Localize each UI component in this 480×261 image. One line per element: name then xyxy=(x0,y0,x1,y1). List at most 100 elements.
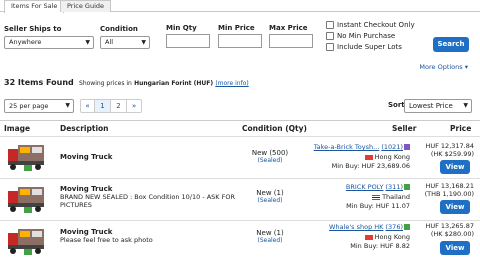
super-lots-label: Include Super Lots xyxy=(337,43,402,51)
min-price-label: Min Price xyxy=(218,24,255,32)
feedback-count[interactable]: (1021) xyxy=(381,143,403,151)
ships-to-select[interactable]: Anywhere ▼ xyxy=(4,36,94,49)
condition-label: Condition xyxy=(100,25,138,33)
item-price: HUF 12,317.84 (HK $259.99) xyxy=(425,142,474,158)
more-options-link[interactable]: More Options ▾ xyxy=(419,63,468,71)
more-info-link[interactable]: (more info) xyxy=(215,80,248,87)
ships-to-label: Seller Ships to xyxy=(4,25,62,33)
item-condition: New (1) (Sealed) xyxy=(250,189,290,204)
min-buy-text: Min Buy: HUF 8.82 xyxy=(350,242,410,250)
min-price-input[interactable] xyxy=(218,34,262,48)
item-price: HUF 13,265.87 (HK $280.00) xyxy=(425,222,474,238)
sealed-link[interactable]: (Sealed) xyxy=(250,197,290,204)
price-original: (HK $259.99) xyxy=(430,150,474,158)
seller-name-link[interactable]: Take-a-Brick Toysh... xyxy=(314,143,380,151)
price-original: (THB 1,190.00) xyxy=(424,190,474,198)
flag-thailand-icon xyxy=(372,194,381,200)
ships-to-value: Anywhere xyxy=(9,38,42,46)
sort-label: Sort xyxy=(388,101,405,109)
price-value: HUF 12,317.84 xyxy=(425,142,474,150)
tab-price-guide[interactable]: Price Guide xyxy=(60,0,112,12)
price-original: (HK $280.00) xyxy=(430,230,474,238)
super-lots-checkbox[interactable] xyxy=(326,43,334,51)
instant-checkout-checkbox[interactable] xyxy=(326,21,334,29)
max-price-input[interactable] xyxy=(269,34,313,48)
sealed-link[interactable]: (Sealed) xyxy=(250,237,290,244)
seller-info: Take-a-Brick Toysh... (1021) Hong Kong M… xyxy=(314,143,410,170)
chevron-down-icon: ▼ xyxy=(85,39,90,46)
chevron-down-icon: ▼ xyxy=(65,102,70,109)
flag-hong-kong-icon xyxy=(364,154,373,160)
max-price-label: Max Price xyxy=(269,24,308,32)
super-lots-option[interactable]: Include Super Lots xyxy=(326,42,402,52)
condition-qty: New (500) xyxy=(251,149,289,157)
table-row: Moving Truck BRAND NEW SEALED : Box Cond… xyxy=(0,178,480,222)
divider xyxy=(0,120,480,121)
table-row: Moving Truck Please feel free to ask pho… xyxy=(0,220,480,261)
seller-country: Hong Kong xyxy=(374,153,410,161)
chevron-down-icon: ▼ xyxy=(141,39,146,46)
prev-page-button[interactable]: « xyxy=(81,100,95,112)
seller-info: BRICK POLY (311) Thailand Min Buy: HUF 1… xyxy=(346,183,410,210)
price-value: HUF 13,168.21 xyxy=(425,182,474,190)
page-1-button[interactable]: 1 xyxy=(95,100,111,112)
header-condition: Condition (Qty) xyxy=(242,124,307,133)
item-condition: New (500) (Sealed) xyxy=(250,149,290,164)
per-page-value: 25 per page xyxy=(9,102,49,110)
feedback-count[interactable]: (311) xyxy=(386,183,403,191)
search-button[interactable]: Search xyxy=(433,37,469,52)
sealed-link[interactable]: (Sealed) xyxy=(250,157,290,164)
item-description: BRAND NEW SEALED : Box Condition 10/10 -… xyxy=(60,193,236,209)
tab-bar: Items For Sale Price Guide xyxy=(0,0,480,13)
item-title[interactable]: Moving Truck xyxy=(60,153,112,161)
header-description: Description xyxy=(60,124,109,133)
items-found-count: 32 Items Found xyxy=(4,78,74,87)
sort-select[interactable]: Lowest Price ▼ xyxy=(404,99,472,113)
min-qty-input[interactable] xyxy=(166,34,210,48)
seller-name-link[interactable]: Whale's shop HK xyxy=(329,223,383,231)
min-qty-label: Min Qty xyxy=(166,24,197,32)
seller-country: Hong Kong xyxy=(374,233,410,241)
pagination: « 1 2 » xyxy=(80,99,142,113)
seller-info: Whale's shop HK (376) Hong Kong Min Buy:… xyxy=(329,223,410,250)
item-title[interactable]: Moving Truck xyxy=(60,228,112,236)
seller-badge-icon xyxy=(404,184,410,190)
currency-name: Hungarian Forint (HUF) xyxy=(134,80,214,87)
header-seller: Seller xyxy=(392,124,417,133)
instant-checkout-option[interactable]: Instant Checkout Only xyxy=(326,20,415,30)
view-button[interactable]: View xyxy=(440,241,470,255)
condition-qty: New (1) xyxy=(256,189,284,197)
table-row: Moving Truck New (500) (Sealed) Take-a-B… xyxy=(0,136,480,180)
item-condition: New (1) (Sealed) xyxy=(250,229,290,244)
item-description: Please feel free to ask photo xyxy=(60,236,153,244)
min-buy-text: Min Buy: HUF 23,689.06 xyxy=(331,162,410,170)
no-min-purchase-label: No Min Purchase xyxy=(337,32,396,40)
item-title[interactable]: Moving Truck xyxy=(60,185,112,193)
no-min-purchase-option[interactable]: No Min Purchase xyxy=(326,31,395,41)
instant-checkout-label: Instant Checkout Only xyxy=(337,21,415,29)
condition-select[interactable]: All ▼ xyxy=(100,36,150,49)
view-button[interactable]: View xyxy=(440,160,470,174)
condition-value: All xyxy=(105,38,114,46)
seller-name-link[interactable]: BRICK POLY xyxy=(346,183,384,191)
flag-hong-kong-icon xyxy=(364,234,373,240)
header-price: Price xyxy=(450,124,472,133)
results-summary: 32 Items Found Showing prices in Hungari… xyxy=(4,78,249,87)
tab-items-for-sale[interactable]: Items For Sale xyxy=(4,0,65,13)
product-thumbnail[interactable] xyxy=(4,183,50,217)
min-buy-text: Min Buy: HUF 11.07 xyxy=(346,202,410,210)
price-value: HUF 13,265.87 xyxy=(425,222,474,230)
sort-value: Lowest Price xyxy=(409,102,453,110)
no-min-purchase-checkbox[interactable] xyxy=(326,32,334,40)
seller-country: Thailand xyxy=(382,193,410,201)
next-page-button[interactable]: » xyxy=(127,100,141,112)
product-thumbnail[interactable] xyxy=(4,225,50,259)
item-price: HUF 13,168.21 (THB 1,190.00) xyxy=(425,182,474,198)
feedback-count[interactable]: (376) xyxy=(386,223,403,231)
page-2-button[interactable]: 2 xyxy=(111,100,127,112)
seller-badge-icon xyxy=(404,144,410,150)
view-button[interactable]: View xyxy=(440,200,470,214)
per-page-select[interactable]: 25 per page ▼ xyxy=(4,99,74,113)
showing-prices-text: Showing prices in xyxy=(79,80,132,87)
product-thumbnail[interactable] xyxy=(4,141,50,175)
